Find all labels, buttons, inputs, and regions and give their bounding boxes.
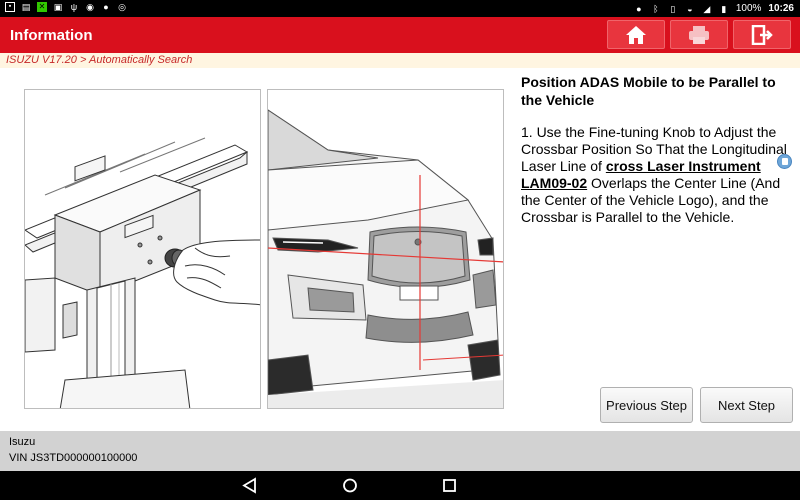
bluetooth-icon: ᛒ	[653, 3, 659, 14]
status-left-icons: ▪ ▤ ✕ ▣ ψ ◉ ● ◎	[5, 2, 127, 12]
vibrate-icon: ▯	[670, 3, 676, 14]
location-icon: ●	[636, 3, 642, 14]
usb-icon: ψ	[70, 2, 78, 12]
step-instructions: 1. Use the Fine-tuning Knob to Adjust th…	[521, 124, 793, 226]
vehicle-vin: VIN JS3TD000000100000	[9, 452, 138, 464]
back-icon[interactable]	[240, 477, 260, 494]
app-header: Information	[0, 17, 800, 53]
document-notification-icon: ▤	[21, 2, 31, 12]
home-icon	[626, 25, 646, 44]
breadcrumb: ISUZU V17.20 > Automatically Search	[0, 53, 800, 68]
image-notification-icon: ▪	[5, 2, 15, 12]
print-button[interactable]	[670, 20, 728, 49]
page-title: Information	[10, 27, 93, 44]
vehicle-drawing	[268, 109, 503, 408]
print-icon	[689, 25, 709, 44]
vehicle-laser-illustration	[267, 89, 504, 409]
record-icon: ●	[103, 2, 109, 12]
chat-notification-icon: ▣	[53, 2, 63, 12]
recents-icon[interactable]	[440, 477, 460, 494]
exit-icon	[751, 24, 773, 45]
battery-percent: 100%	[735, 3, 762, 14]
battery-icon: ▮	[721, 3, 727, 14]
crossbar-knob-illustration	[24, 89, 261, 409]
screenshot-icon: ◎	[118, 2, 126, 12]
vehicle-make: Isuzu	[9, 436, 36, 448]
wifi-icon: ◒	[687, 3, 693, 14]
next-step-button[interactable]: Next Step	[700, 387, 793, 423]
status-bar: ▪ ▤ ✕ ▣ ψ ◉ ● ◎ ● ᛒ ▯ ◒ ◢ ▮ 100% 10:26	[0, 0, 800, 17]
note-icon[interactable]	[777, 154, 792, 169]
crossbar-drawing	[25, 137, 260, 408]
app-notification-icon: ✕	[37, 2, 47, 12]
step-title: Position ADAS Mobile to be Parallel to t…	[521, 74, 776, 108]
previous-step-button[interactable]: Previous Step	[600, 387, 693, 423]
shield-icon: ◉	[86, 2, 94, 12]
clock: 10:26	[768, 3, 794, 14]
home-button[interactable]	[607, 20, 665, 49]
status-right-icons: ● ᛒ ▯ ◒ ◢ ▮ 100% 10:26	[634, 2, 794, 15]
exit-button[interactable]	[733, 20, 791, 49]
circle-home-icon[interactable]	[340, 477, 360, 494]
android-nav-bar	[0, 471, 800, 500]
no-sim-icon: ◢	[703, 3, 711, 14]
vehicle-info-footer: Isuzu VIN JS3TD000000100000	[0, 431, 800, 471]
